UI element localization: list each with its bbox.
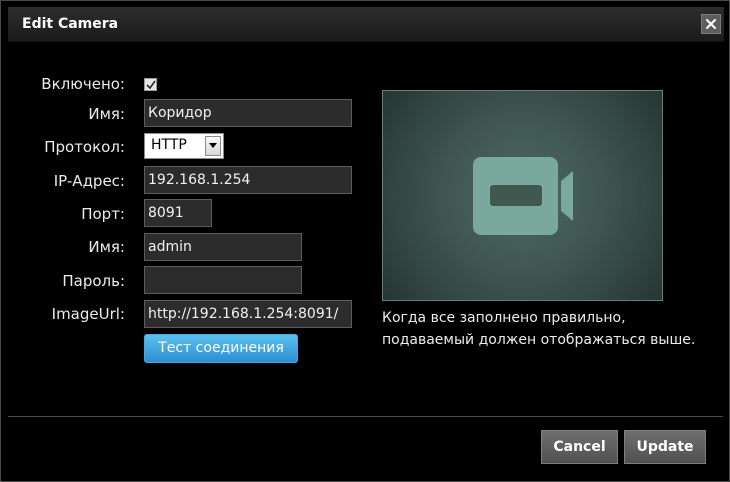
protocol-select-value: HTTP bbox=[151, 137, 187, 153]
enabled-checkbox[interactable] bbox=[144, 78, 157, 91]
image-url-input[interactable]: http://192.168.1.254:8091/ bbox=[144, 300, 352, 328]
camera-name-input[interactable]: Коридор bbox=[144, 99, 352, 127]
image-url-label: ImageUrl: bbox=[51, 305, 125, 323]
camera-preview bbox=[382, 90, 663, 301]
cancel-button[interactable]: Cancel bbox=[541, 430, 618, 464]
update-button[interactable]: Update bbox=[624, 430, 706, 464]
close-icon bbox=[706, 19, 716, 29]
dialog-titlebar: Edit Camera bbox=[8, 7, 724, 42]
checkmark-icon bbox=[146, 80, 156, 90]
login-label: Имя: bbox=[88, 238, 125, 256]
name-label: Имя: bbox=[88, 105, 125, 123]
help-text-line-1: Когда все заполнено правильно, bbox=[382, 310, 626, 326]
protocol-select[interactable]: HTTP bbox=[144, 133, 224, 159]
footer-divider bbox=[8, 416, 723, 417]
video-camera-icon bbox=[473, 157, 573, 235]
close-button[interactable] bbox=[701, 14, 721, 34]
preview-help-text: Когда все заполнено правильно, подаваемы… bbox=[382, 307, 702, 351]
edit-camera-dialog: Edit Camera Включено: Имя: Протокол: IP-… bbox=[0, 0, 730, 482]
ip-address-input[interactable]: 192.168.1.254 bbox=[144, 166, 352, 194]
test-connection-button[interactable]: Тест соединения bbox=[144, 334, 298, 363]
enabled-label: Включено: bbox=[41, 75, 125, 93]
port-label: Порт: bbox=[81, 205, 125, 223]
protocol-label: Протокол: bbox=[44, 138, 125, 156]
chevron-down-icon bbox=[209, 143, 217, 148]
port-input[interactable]: 8091 bbox=[144, 199, 212, 227]
login-input[interactable]: admin bbox=[144, 233, 302, 261]
dialog-title: Edit Camera bbox=[22, 16, 119, 32]
protocol-dropdown-button[interactable] bbox=[205, 136, 221, 156]
help-text-line-2: подаваемый должен отображаться выше. bbox=[382, 332, 696, 348]
password-input[interactable] bbox=[144, 266, 302, 294]
ip-address-label: IP-Адрес: bbox=[53, 172, 125, 190]
password-label: Пароль: bbox=[62, 272, 125, 290]
